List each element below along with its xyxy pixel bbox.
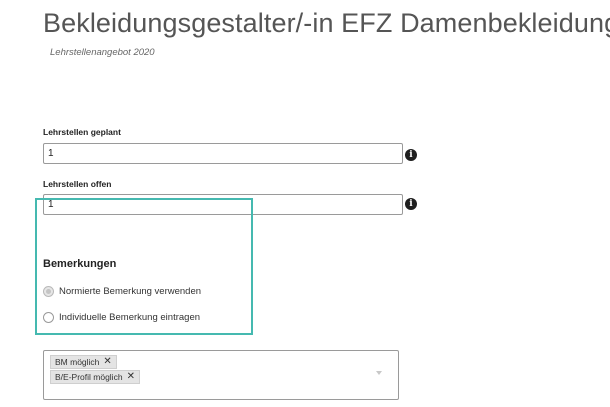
info-icon[interactable]: i	[405, 149, 417, 161]
radio-selected-icon[interactable]	[43, 285, 54, 297]
remove-tag-icon[interactable]: ✕	[127, 371, 135, 383]
radio-individual-remark[interactable]: Individuelle Bemerkung eintragen	[43, 310, 200, 324]
page-subtitle: Lehrstellenangebot 2020	[50, 47, 155, 58]
open-label: Lehrstellen offen	[43, 179, 112, 189]
page-title: Bekleidungsgestalter/-in EFZ Damenbeklei…	[43, 8, 610, 38]
tag-multiselect[interactable]: BM möglich ✕ B/E-Profil möglich ✕	[43, 350, 399, 400]
chevron-down-icon[interactable]	[376, 371, 382, 375]
info-icon[interactable]: i	[405, 198, 417, 210]
tag-label: BM möglich	[55, 357, 100, 367]
radio-normed-remark[interactable]: Normierte Bemerkung verwenden	[43, 284, 201, 298]
planned-label: Lehrstellen geplant	[43, 127, 121, 137]
radio-label: Normierte Bemerkung verwenden	[59, 285, 202, 297]
planned-input[interactable]: 1	[43, 143, 403, 164]
tag-label: B/E-Profil möglich	[55, 372, 123, 382]
radio-label: Individuelle Bemerkung eintragen	[59, 311, 201, 323]
radio-unselected-icon[interactable]	[43, 311, 54, 323]
tag-chip: BM möglich ✕	[50, 355, 117, 369]
remarks-title: Bemerkungen	[43, 258, 117, 270]
remove-tag-icon[interactable]: ✕	[103, 356, 111, 368]
tag-chip: B/E-Profil möglich ✕	[50, 370, 140, 384]
